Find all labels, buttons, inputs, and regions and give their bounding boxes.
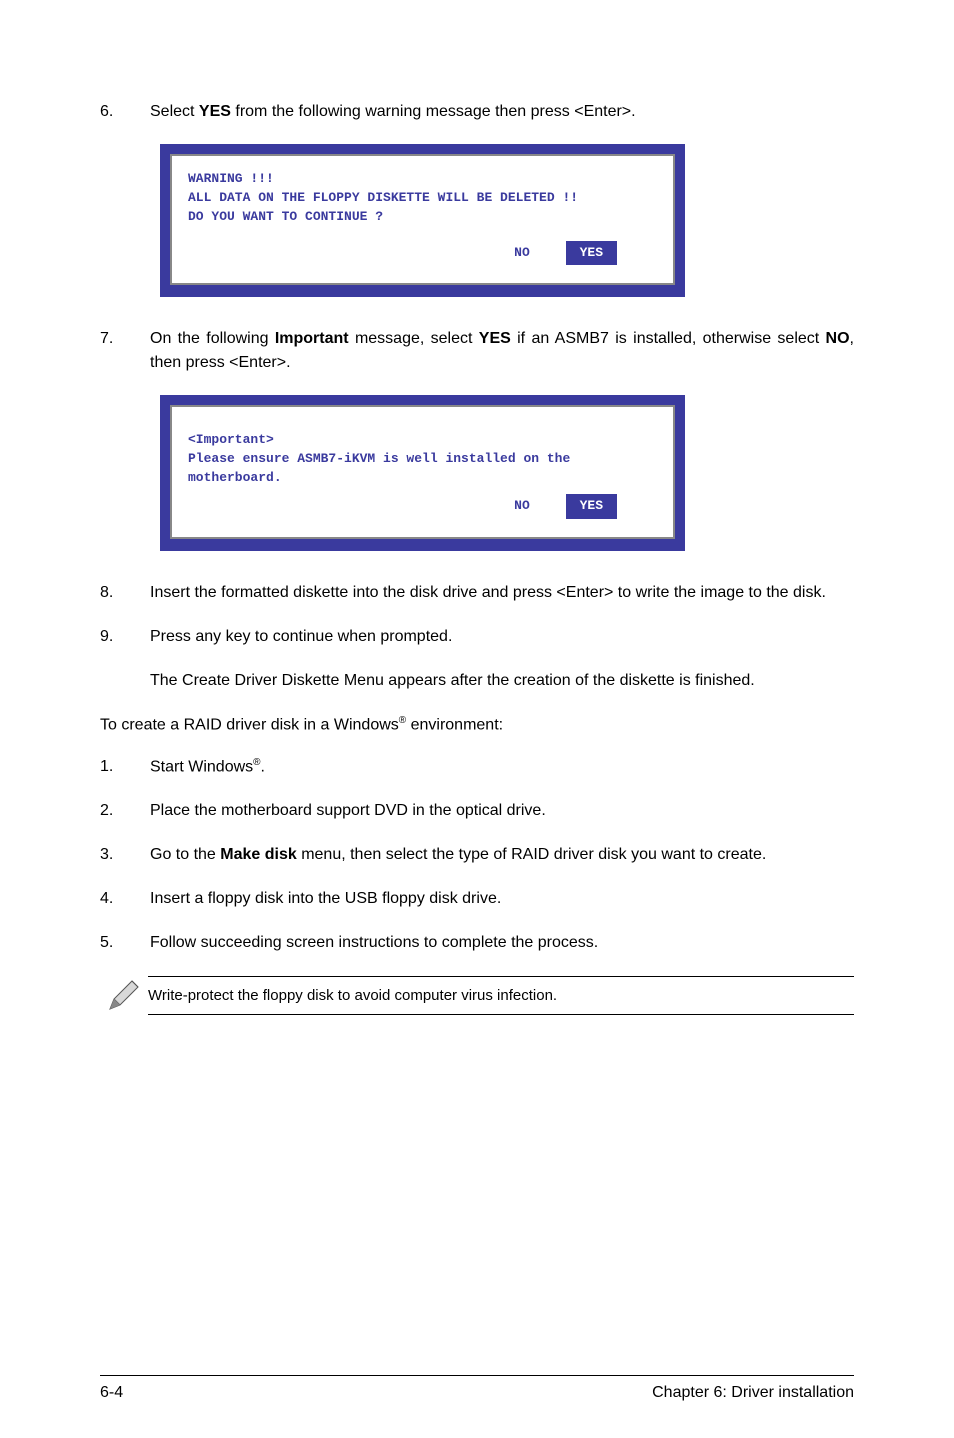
windows-intro-b: environment: (406, 716, 503, 733)
win-step-3-a: Go to the (150, 846, 220, 863)
windows-intro: To create a RAID driver disk in a Window… (100, 713, 854, 737)
win-step-1-text: Start Windows®. (150, 755, 854, 779)
step-7-number: 7. (100, 327, 150, 375)
win-step-3: 3. Go to the Make disk menu, then select… (100, 843, 854, 867)
important-yes-button[interactable]: YES (566, 494, 617, 519)
win-step-4-text: Insert a floppy disk into the USB floppy… (150, 887, 854, 911)
warning-dialog: WARNING !!! ALL DATA ON THE FLOPPY DISKE… (170, 154, 675, 285)
step-7-text-b: message, select (349, 330, 479, 347)
step-7-text: On the following Important message, sele… (150, 327, 854, 375)
important-dialog-outer: <Important> Please ensure ASMB7-iKVM is … (160, 395, 685, 550)
win-step-1-sup: ® (253, 757, 260, 768)
important-line-3: motherboard. (188, 469, 657, 488)
win-step-5-text: Follow succeeding screen instructions to… (150, 931, 854, 955)
important-no-button[interactable]: NO (504, 494, 540, 519)
step-7: 7. On the following Important message, s… (100, 327, 854, 375)
win-step-3-number: 3. (100, 843, 150, 867)
step-8-text: Insert the formatted diskette into the d… (150, 581, 854, 605)
step-6: 6. Select YES from the following warning… (100, 100, 854, 124)
win-step-5-number: 5. (100, 931, 150, 955)
win-step-3-b: menu, then select the type of RAID drive… (297, 846, 767, 863)
step-9-after: The Create Driver Diskette Menu appears … (150, 669, 854, 693)
note-box: Write-protect the floppy disk to avoid c… (100, 975, 854, 1015)
windows-intro-a: To create a RAID driver disk in a Window… (100, 716, 399, 733)
step-6-yes-bold: YES (199, 103, 231, 120)
important-dialog-wrap: <Important> Please ensure ASMB7-iKVM is … (160, 395, 685, 550)
step-6-number: 6. (100, 100, 150, 124)
warning-no-button[interactable]: NO (504, 241, 540, 266)
warning-dialog-outer: WARNING !!! ALL DATA ON THE FLOPPY DISKE… (160, 144, 685, 297)
important-button-row: NO YES (188, 494, 657, 519)
win-step-1: 1. Start Windows®. (100, 755, 854, 779)
footer-chapter: Chapter 6: Driver installation (652, 1384, 854, 1402)
important-line-2: Please ensure ASMB7-iKVM is well install… (188, 450, 657, 469)
win-step-4: 4. Insert a floppy disk into the USB flo… (100, 887, 854, 911)
step-6-text: Select YES from the following warning me… (150, 100, 854, 124)
warning-line-3: DO YOU WANT TO CONTINUE ? (188, 208, 657, 227)
page-footer: 6-4 Chapter 6: Driver installation (100, 1375, 854, 1402)
win-step-3-text: Go to the Make disk menu, then select th… (150, 843, 854, 867)
step-6-text-b: from the following warning message then … (231, 103, 636, 120)
win-step-1-a: Start Windows (150, 758, 253, 775)
step-6-text-a: Select (150, 103, 199, 120)
warning-line-1: WARNING !!! (188, 170, 657, 189)
win-step-2-text: Place the motherboard support DVD in the… (150, 799, 854, 823)
step-9: 9. Press any key to continue when prompt… (100, 625, 854, 649)
step-9-text: Press any key to continue when prompted. (150, 625, 854, 649)
warning-yes-button[interactable]: YES (566, 241, 617, 266)
win-step-5: 5. Follow succeeding screen instructions… (100, 931, 854, 955)
important-dialog: <Important> Please ensure ASMB7-iKVM is … (170, 405, 675, 538)
warning-button-row: NO YES (188, 241, 657, 266)
step-7-important-bold: Important (275, 330, 349, 347)
step-8: 8. Insert the formatted diskette into th… (100, 581, 854, 605)
step-7-yes-bold: YES (479, 330, 511, 347)
warning-line-2: ALL DATA ON THE FLOPPY DISKETTE WILL BE … (188, 189, 657, 208)
note-text: Write-protect the floppy disk to avoid c… (148, 976, 854, 1015)
pencil-icon (100, 975, 148, 1015)
step-9-number: 9. (100, 625, 150, 649)
win-step-4-number: 4. (100, 887, 150, 911)
step-7-text-c: if an ASMB7 is installed, otherwise sele… (511, 330, 826, 347)
step-8-number: 8. (100, 581, 150, 605)
step-7-text-a: On the following (150, 330, 275, 347)
footer-page-number: 6-4 (100, 1384, 123, 1402)
win-step-3-bold: Make disk (220, 846, 296, 863)
win-step-1-b: . (261, 758, 265, 775)
win-step-1-number: 1. (100, 755, 150, 779)
warning-dialog-wrap: WARNING !!! ALL DATA ON THE FLOPPY DISKE… (160, 144, 685, 297)
step-7-no-bold: NO (826, 330, 850, 347)
win-step-2-number: 2. (100, 799, 150, 823)
win-step-2: 2. Place the motherboard support DVD in … (100, 799, 854, 823)
important-line-1: <Important> (188, 431, 657, 450)
